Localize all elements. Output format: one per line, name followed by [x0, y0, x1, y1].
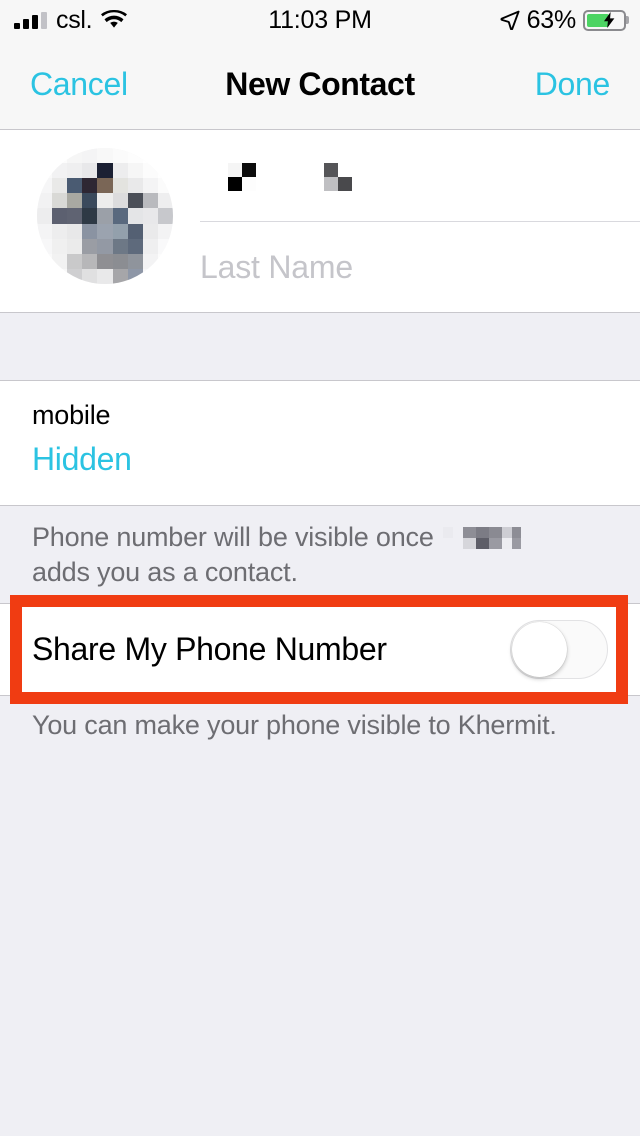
- share-phone-row[interactable]: Share My Phone Number: [0, 603, 640, 696]
- battery-percentage: 63%: [526, 5, 577, 34]
- share-phone-help-text: You can make your phone visible to Kherm…: [32, 710, 557, 740]
- phone-visibility-note-suffix: adds you as a contact.: [32, 556, 298, 587]
- last-name-input[interactable]: [200, 249, 640, 286]
- carrier-name: csl.: [56, 5, 93, 34]
- share-phone-toggle[interactable]: [510, 620, 608, 679]
- contact-name-card: [0, 130, 640, 313]
- share-phone-label: Share My Phone Number: [32, 631, 387, 667]
- cellular-signal-icon: [14, 11, 47, 29]
- phone-visibility-note-prefix: Phone number will be visible once: [32, 522, 434, 552]
- cancel-button[interactable]: Cancel: [30, 66, 128, 103]
- first-name-row[interactable]: [200, 130, 640, 221]
- status-bar-left: csl.: [14, 5, 128, 34]
- avatar-pixelated-photo: [37, 148, 173, 284]
- status-bar-right: 63%: [500, 6, 626, 35]
- avatar[interactable]: [37, 148, 173, 284]
- location-arrow-icon: [500, 10, 520, 30]
- phone-label: mobile: [32, 400, 111, 430]
- share-phone-section: Share My Phone Number: [0, 595, 640, 704]
- wifi-icon: [101, 10, 128, 28]
- redacted-contact-name: [442, 523, 521, 549]
- phone-row[interactable]: mobile Hidden: [0, 381, 640, 506]
- status-bar: csl. 11:03 PM 63%: [0, 0, 640, 40]
- phone-visibility-note: Phone number will be visible once adds y…: [0, 506, 640, 603]
- navigation-bar: Cancel New Contact Done: [0, 40, 640, 130]
- battery-icon: [583, 9, 626, 31]
- toggle-knob: [512, 622, 567, 677]
- phone-value[interactable]: Hidden: [32, 439, 608, 479]
- done-button[interactable]: Done: [535, 66, 611, 103]
- first-name-redacted-value: [200, 161, 640, 191]
- charging-bolt-icon: [604, 12, 615, 28]
- section-gap: [0, 313, 640, 381]
- last-name-row[interactable]: [200, 221, 640, 313]
- name-fields: [200, 130, 640, 312]
